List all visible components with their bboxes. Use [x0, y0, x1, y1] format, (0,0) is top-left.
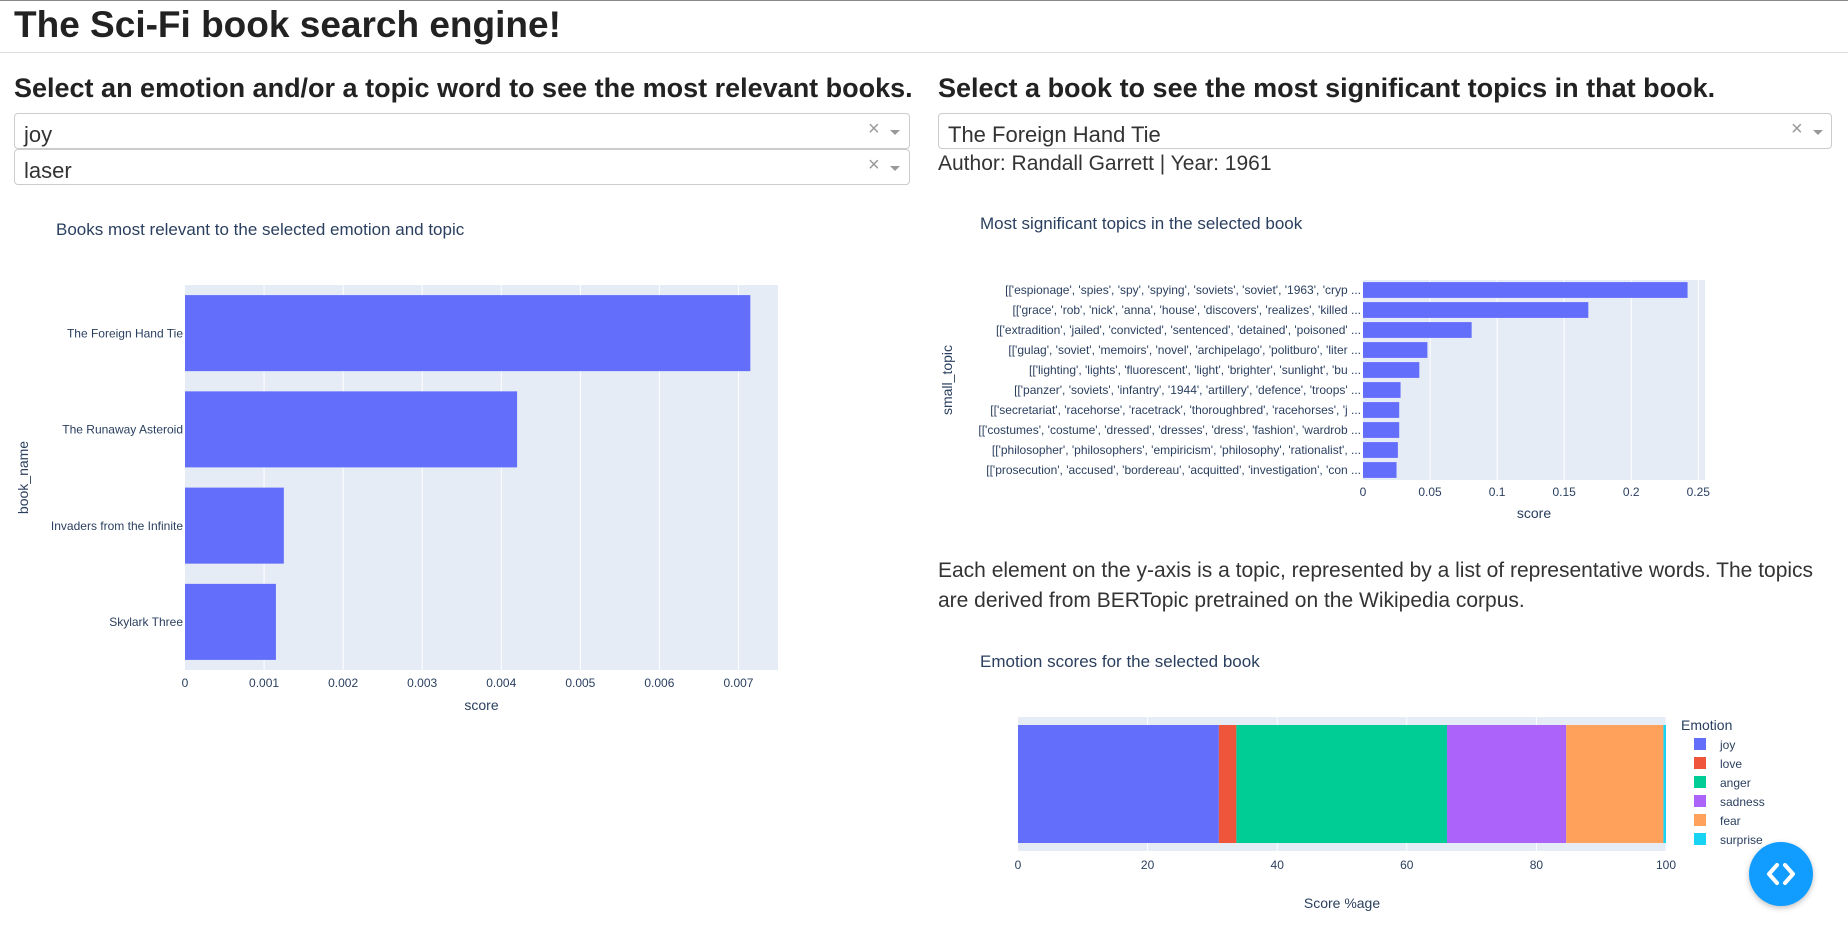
books-relevance-chart[interactable]: Books most relevant to the selected emot…: [0, 200, 900, 730]
x-tick-label: 0.2: [1623, 485, 1640, 499]
y-tick-label: [['espionage', 'spies', 'spy', 'spying',…: [1005, 283, 1361, 297]
emotion-chevron-down-icon[interactable]: [890, 130, 900, 135]
topic-explanation: Each element on the y-axis is a topic, r…: [938, 559, 1814, 612]
bar: [1363, 462, 1397, 478]
y-tick-label: Skylark Three: [109, 615, 183, 629]
bar-segment-sadness: [1446, 725, 1567, 843]
y-tick-label: Invaders from the Infinite: [51, 519, 183, 533]
x-axis-label: Score %age: [1304, 895, 1380, 911]
app-header: The Sci-Fi book search engine!: [0, 1, 1848, 53]
x-tick-label: 0.15: [1552, 485, 1576, 499]
book-dropdown-value: The Foreign Hand Tie: [948, 122, 1161, 147]
x-tick-label: 0.001: [249, 676, 279, 690]
x-tick-label: 0.004: [486, 676, 516, 690]
legend-label-sadness: sadness: [1720, 795, 1765, 809]
x-tick-label: 0.05: [1418, 485, 1442, 499]
bar: [1363, 322, 1472, 338]
left-heading: Select an emotion and/or a topic word to…: [14, 73, 913, 103]
legend-swatch-fear: [1694, 814, 1706, 826]
bar: [1363, 302, 1589, 318]
x-tick-label: 80: [1530, 858, 1544, 872]
legend-swatch-anger: [1694, 776, 1706, 788]
legend-label-love: love: [1720, 757, 1742, 771]
code-icon: [1767, 863, 1795, 885]
book-clear-icon[interactable]: ×: [1791, 118, 1803, 141]
x-tick-label: 20: [1141, 858, 1155, 872]
debug-menu-button[interactable]: [1749, 842, 1813, 906]
legend-swatch-surprise: [1694, 833, 1706, 845]
legend-label-surprise: surprise: [1720, 833, 1763, 847]
x-tick-label: 100: [1656, 858, 1676, 872]
chart-title: Most significant topics in the selected …: [980, 214, 1303, 233]
x-tick-label: 0.002: [328, 676, 358, 690]
legend-title: Emotion: [1681, 717, 1732, 733]
app-title: The Sci-Fi book search engine!: [14, 4, 561, 45]
right-heading: Select a book to see the most significan…: [938, 73, 1716, 103]
emotion-dropdown-value: joy: [24, 122, 53, 147]
bar: [185, 583, 276, 660]
bar-segment-joy: [1018, 725, 1219, 843]
book-dropdown[interactable]: The Foreign Hand Tie ×: [938, 113, 1832, 149]
chart-title: Books most relevant to the selected emot…: [56, 220, 465, 239]
y-axis-label: small_topic: [939, 345, 955, 415]
emotion-clear-icon[interactable]: ×: [868, 118, 880, 141]
bar-segment-anger: [1236, 725, 1447, 843]
bar-segment-fear: [1566, 725, 1664, 843]
x-tick-label: 0: [1015, 858, 1022, 872]
y-tick-label: [['panzer', 'soviets', 'infantry', '1944…: [1014, 383, 1361, 397]
topics-chart[interactable]: Most significant topics in the selected …: [938, 200, 1838, 540]
bar: [1363, 442, 1398, 458]
legend-label-joy: joy: [1719, 738, 1735, 752]
x-tick-label: 0.006: [644, 676, 674, 690]
x-axis-label: score: [464, 697, 498, 713]
emotion-dropdown[interactable]: joy ×: [14, 113, 910, 149]
y-tick-label: [['philosopher', 'philosophers', 'empiri…: [992, 443, 1361, 457]
bar: [185, 487, 284, 564]
legend-label-fear: fear: [1720, 814, 1741, 828]
legend-swatch-joy: [1694, 738, 1706, 750]
bar-segment-surprise: [1663, 725, 1666, 843]
bar: [1363, 342, 1428, 358]
y-axis-label: book_name: [15, 441, 31, 514]
topic-dropdown[interactable]: laser ×: [14, 149, 910, 185]
bar: [1363, 402, 1400, 418]
x-tick-label: 0: [1360, 485, 1367, 499]
bar: [1363, 382, 1401, 398]
y-tick-label: [['prosecution', 'accused', 'bordereau',…: [986, 463, 1361, 477]
x-tick-label: 0: [182, 676, 189, 690]
chart-title: Emotion scores for the selected book: [980, 652, 1260, 671]
legend-swatch-love: [1694, 757, 1706, 769]
x-tick-label: 60: [1400, 858, 1414, 872]
y-tick-label: [['secretariat', 'racehorse', 'racetrack…: [990, 403, 1361, 417]
bar: [1363, 282, 1688, 298]
x-tick-label: 0.25: [1687, 485, 1711, 499]
x-tick-label: 0.005: [565, 676, 595, 690]
y-tick-label: [['lighting', 'lights', 'fluorescent', '…: [1029, 363, 1361, 377]
topic-clear-icon[interactable]: ×: [868, 154, 880, 177]
y-tick-label: [['extradition', 'jailed', 'convicted', …: [996, 323, 1361, 337]
book-chevron-down-icon[interactable]: [1813, 130, 1823, 135]
x-tick-label: 0.003: [407, 676, 437, 690]
legend-swatch-sadness: [1694, 795, 1706, 807]
x-axis-label: score: [1517, 505, 1551, 521]
x-tick-label: 0.1: [1489, 485, 1506, 499]
y-tick-label: The Foreign Hand Tie: [67, 326, 183, 340]
y-tick-label: [['grace', 'rob', 'nick', 'anna', 'house…: [1012, 303, 1361, 317]
y-tick-label: [['costumes', 'costume', 'dressed', 'dre…: [978, 423, 1361, 437]
x-tick-label: 40: [1271, 858, 1285, 872]
legend-label-anger: anger: [1720, 776, 1751, 790]
emotion-scores-chart[interactable]: Emotion scores for the selected book 0 20 4…: [938, 640, 1838, 940]
topic-chevron-down-icon[interactable]: [890, 166, 900, 171]
bar: [185, 295, 751, 372]
bar: [1363, 422, 1400, 438]
bar: [185, 391, 518, 468]
y-tick-label: [['gulag', 'soviet', 'memoirs', 'novel',…: [1008, 343, 1361, 357]
bar: [1363, 362, 1420, 378]
topic-dropdown-value: laser: [24, 158, 72, 183]
y-tick-label: The Runaway Asteroid: [62, 423, 183, 437]
author-year-line: Author: Randall Garrett | Year: 1961: [938, 152, 1272, 175]
x-tick-label: 0.007: [723, 676, 753, 690]
bar-segment-love: [1218, 725, 1237, 843]
